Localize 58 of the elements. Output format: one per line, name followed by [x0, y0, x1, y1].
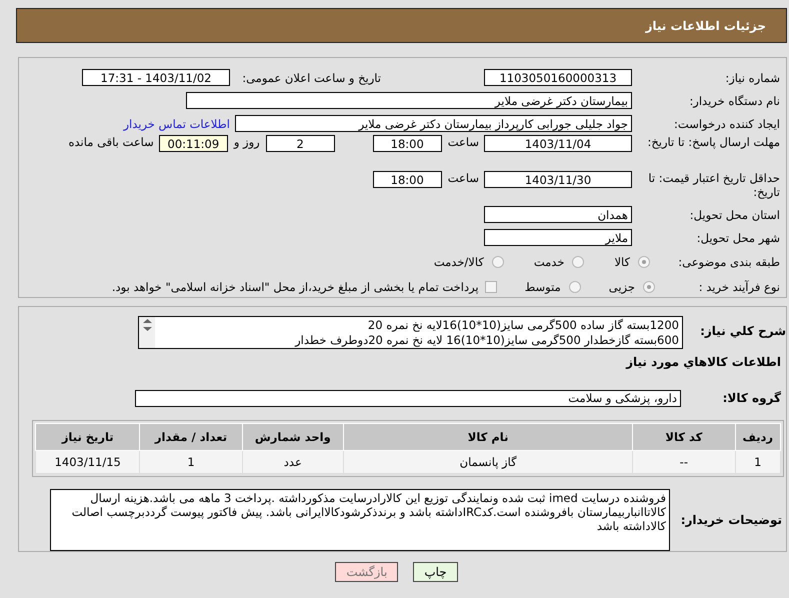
field-label: شهر محل تحویل:	[696, 230, 780, 244]
page-title: جزئیات اطلاعات نیاز	[645, 18, 766, 32]
remaining-label: ساعت باقی مانده	[68, 135, 154, 149]
time-label: ساعت	[448, 171, 479, 185]
option-label: کالا	[614, 254, 630, 268]
contact-link[interactable]: اطلاعات تماس خریدار	[123, 116, 230, 130]
time-label: ساعت	[448, 135, 479, 149]
column-header: نام کالا	[344, 424, 633, 450]
table-cell: 1403/11/15	[36, 450, 140, 474]
field-label: استان محل تحویل:	[688, 208, 780, 222]
column-header: ردیف	[735, 424, 780, 450]
column-header: واحد شمارش	[242, 424, 344, 450]
scroll-arrows-icon	[142, 319, 152, 331]
validity-time-field: 18:00	[372, 171, 442, 188]
column-header: تعداد / مقدار	[140, 424, 242, 450]
column-header: کد کالا	[632, 424, 736, 450]
table-cell: 1	[735, 450, 780, 474]
field-label: گروه کالا:	[722, 391, 781, 405]
option-label: خدمت	[534, 254, 564, 268]
back-button[interactable]: بازگشت	[335, 562, 398, 582]
need-number-field: 1103050160000313	[484, 69, 632, 86]
field-label: طبقه بندی موضوعی:	[677, 254, 780, 268]
print-button[interactable]: چاپ	[413, 562, 458, 582]
days-field: 2	[266, 135, 335, 152]
field-label: مهلت ارسال پاسخ: تا تاریخ:	[646, 135, 780, 149]
deadline-date-field: 1403/11/04	[484, 135, 632, 152]
validity-date-field: 1403/11/30	[484, 171, 632, 188]
buyer-notes-area: فروشنده درسایت imed ثبت شده ونمایندگی توزیع این کالارادرسایت مذکورداشته .پرداخت 3 ماهه می باشد.هزینه ارسال کالاتاانباربیمارستان بافروشنده است.کدIRCداشته باشد و برندذکرشودکالاایرانی باشد. پیش فاکتور پیوست گرددبرچسب اصالت کالاداشته باشد	[50, 489, 670, 551]
field-label: تاریخ و ساعت اعلان عمومی:	[241, 70, 381, 84]
option-label: جزیی	[608, 280, 635, 294]
description-line: 600بسته گازخطدار 500گرمی سایز(10*10)16 لایه نخ نمره 20دوطرف خطدار	[295, 333, 679, 348]
remaining-time-field: 00:11:09	[158, 135, 228, 152]
option-label: متوسط	[524, 280, 561, 294]
goods-group-field: دارو، پزشکی و سلامت	[135, 390, 681, 406]
days-label: روز و	[234, 135, 260, 149]
option-label: کالا/خدمت	[434, 254, 484, 268]
buyer-name-field: بیمارستان دکتر غرضی ملایر	[186, 92, 632, 109]
field-label: نوع فرآیند خرید :	[698, 280, 780, 294]
section-title: اطلاعات کالاهاي مورد نياز	[626, 355, 781, 369]
checkbox[interactable]	[484, 280, 497, 292]
field-label: حداقل تاریخ اعتبار قیمت: تا تاریخ:	[647, 171, 780, 199]
province-field: همدان	[484, 206, 632, 223]
requester-field: جواد جلیلی جورابی کارپرداز بیمارستان دکتر غرضی ملایر	[235, 115, 632, 132]
column-header: تاریخ نیاز	[36, 424, 140, 450]
announce-date-field: 1403/11/02 - 17:31	[82, 69, 230, 86]
field-label: ایجاد کننده درخواست:	[673, 116, 780, 130]
table-cell: عدد	[242, 450, 344, 474]
checkbox-label: پرداخت تمام یا بخشی از مبلغ خرید،از محل "اسناد خزانه اسلامی" خواهد بود.	[112, 280, 479, 294]
table-cell: --	[632, 450, 736, 474]
description-line: 1200بسته گاز ساده 500گرمی سایز(10*10)16لایه نخ نمره 20	[368, 318, 679, 333]
city-field: ملایر	[484, 229, 632, 246]
deadline-time-field: 18:00	[372, 135, 442, 152]
field-label: شماره نیاز:	[724, 70, 780, 84]
field-label: نام دستگاه خریدار:	[688, 94, 780, 108]
table-cell: 1	[140, 450, 242, 474]
field-label: توضیحات خریدار:	[680, 513, 782, 527]
field-label: شرح کلي نياز:	[699, 323, 786, 338]
table-cell: گاز پانسمان	[344, 450, 633, 474]
